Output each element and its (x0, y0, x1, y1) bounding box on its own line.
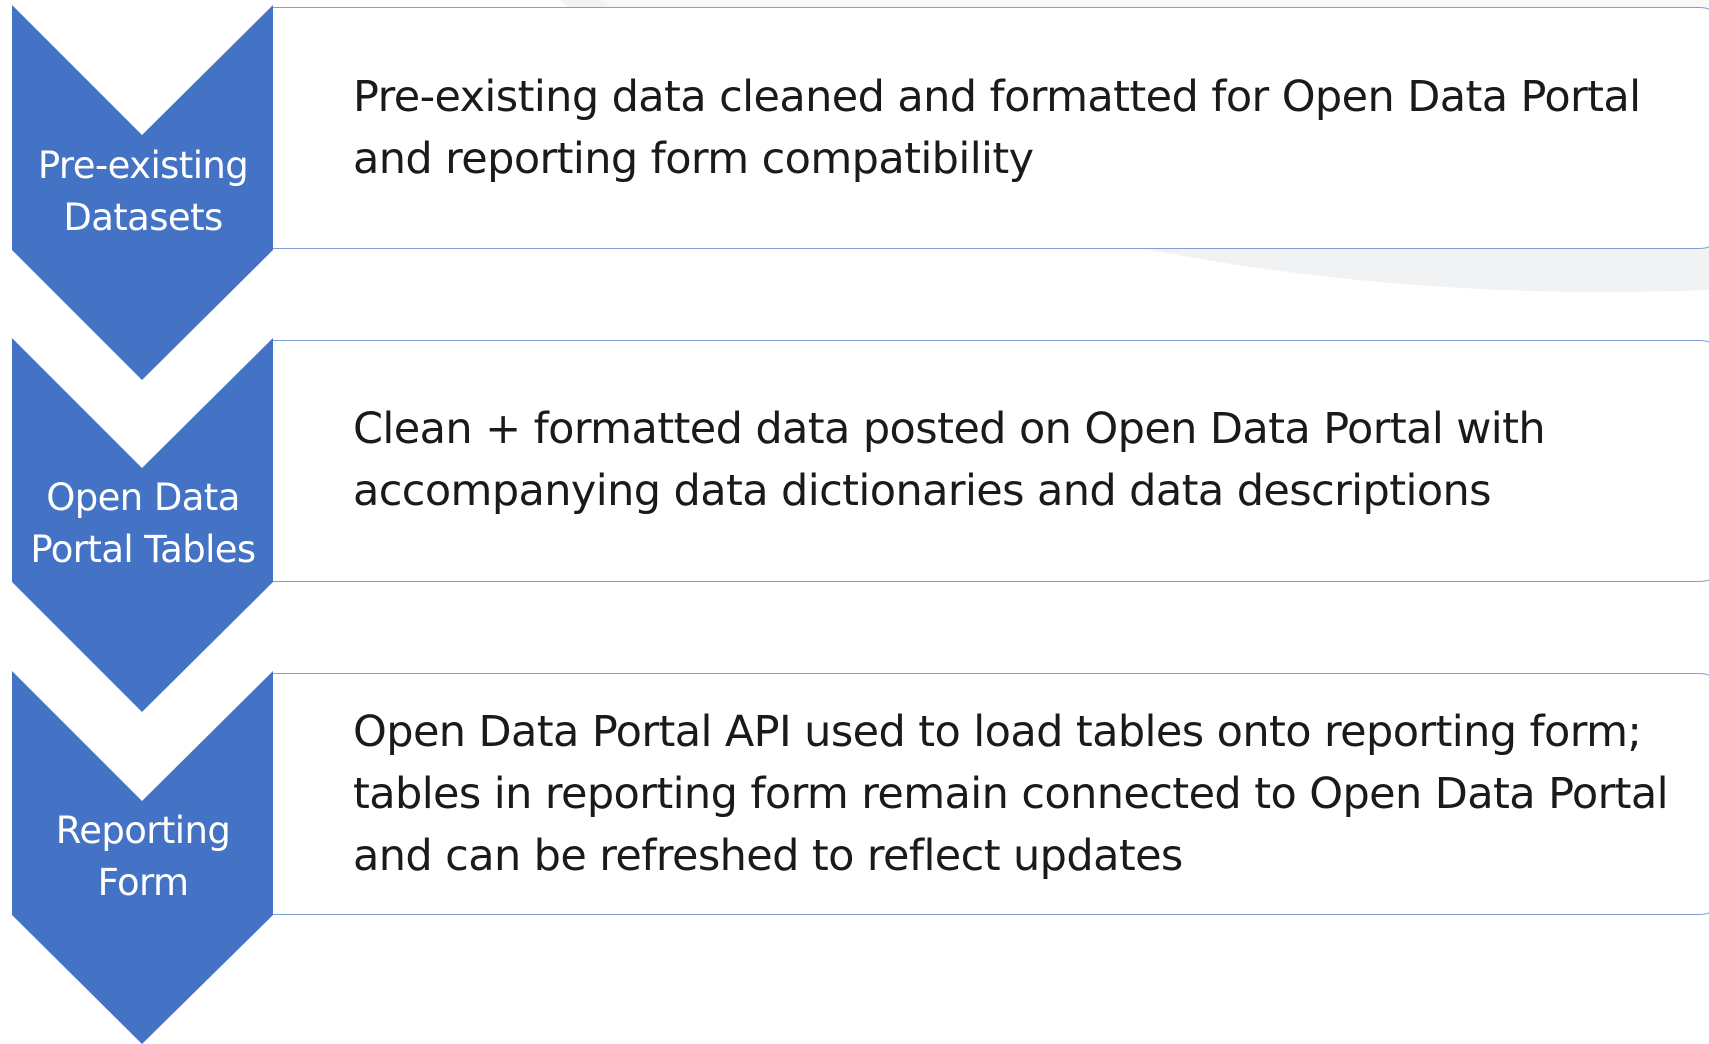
step-2-label-line-2: Portal Tables (30, 528, 256, 571)
step-2-label: Open Data Portal Tables (12, 472, 274, 576)
step-1-label-line-2: Datasets (63, 196, 223, 239)
step-1-label: Pre-existing Datasets (12, 140, 274, 244)
step-1-label-line-1: Pre-existing (37, 144, 249, 187)
step-3-label-line-2: Form (97, 861, 189, 904)
step-3-label-line-1: Reporting (55, 809, 231, 852)
process-flow-diagram: Pre-existing data cleaned and formatted … (0, 0, 1709, 1044)
step-3-label: Reporting Form (12, 805, 274, 909)
step-2-label-line-1: Open Data (46, 476, 240, 519)
